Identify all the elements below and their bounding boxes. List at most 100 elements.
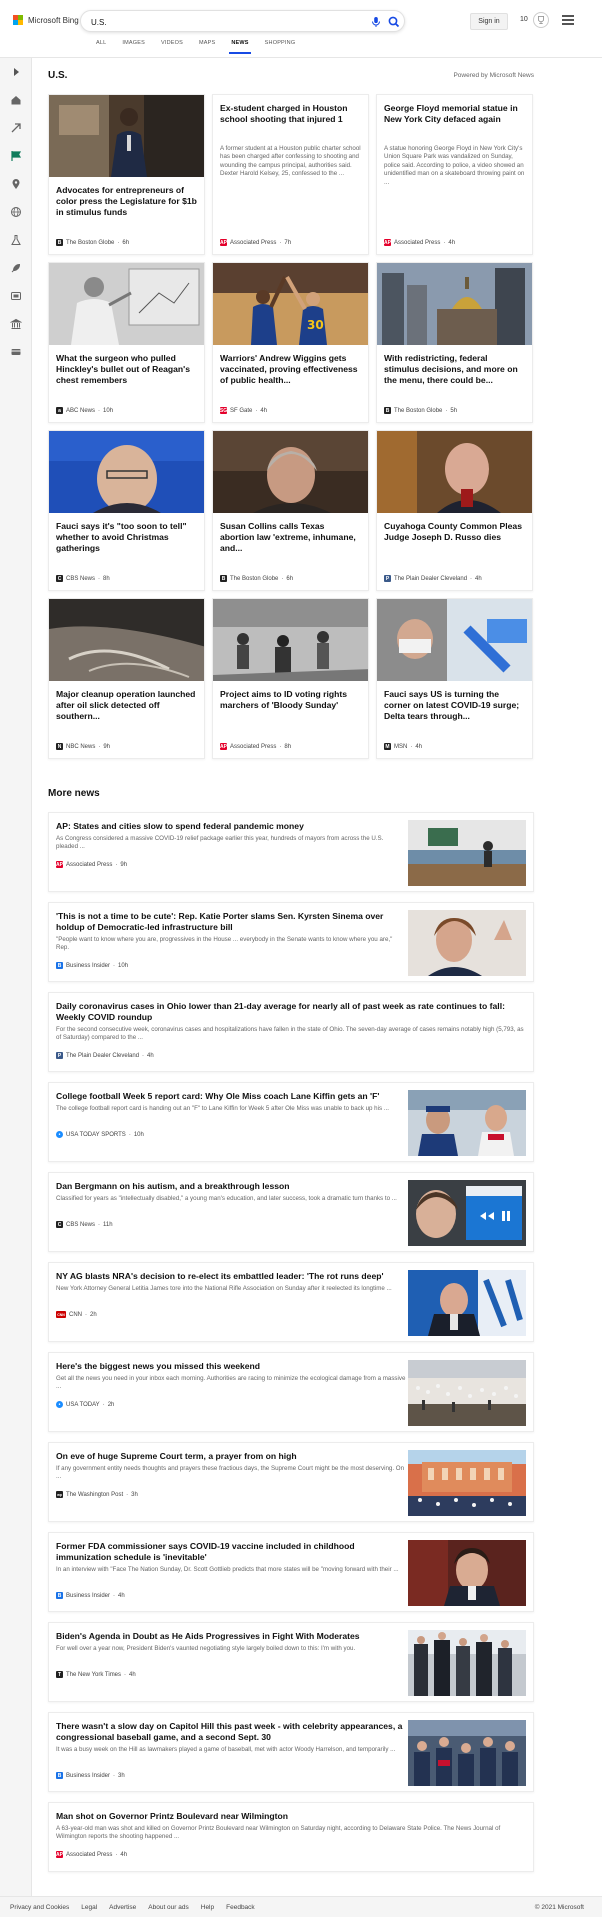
news-card[interactable]: Project aims to ID voting rights marcher…: [212, 598, 369, 759]
list-item[interactable]: 'This is not a time to be cute': Rep. Ka…: [48, 902, 534, 982]
list-item-title[interactable]: On eve of huge Supreme Court term, a pra…: [56, 1451, 406, 1462]
list-item[interactable]: NY AG blasts NRA's decision to re-elect …: [48, 1262, 534, 1342]
search-icon[interactable]: [387, 15, 401, 29]
footer-link-privacy[interactable]: Privacy and Cookies: [10, 1904, 69, 1911]
card-image[interactable]: [49, 95, 204, 177]
card-title[interactable]: George Floyd memorial statue in New York…: [384, 103, 525, 125]
list-item-thumbnail[interactable]: [408, 1270, 526, 1336]
tab-images[interactable]: IMAGES: [114, 40, 153, 51]
list-item[interactable]: There wasn't a slow day on Capitol Hill …: [48, 1712, 534, 1792]
list-item-title[interactable]: Former FDA commissioner says COVID-19 va…: [56, 1541, 406, 1563]
home-icon[interactable]: [10, 94, 22, 106]
list-item-thumbnail[interactable]: [408, 1090, 526, 1156]
search-input[interactable]: [91, 15, 361, 29]
news-card[interactable]: With redistricting, federal stimulus dec…: [376, 262, 533, 423]
news-card[interactable]: What the surgeon who pulled Hinckley's b…: [48, 262, 205, 423]
list-item-title[interactable]: Here's the biggest news you missed this …: [56, 1361, 406, 1372]
list-item[interactable]: Here's the biggest news you missed this …: [48, 1352, 534, 1432]
list-item-thumbnail[interactable]: [408, 820, 526, 886]
list-item-title[interactable]: NY AG blasts NRA's decision to re-elect …: [56, 1271, 406, 1282]
card-title[interactable]: Project aims to ID voting rights marcher…: [220, 689, 361, 711]
list-item[interactable]: Daily coronavirus cases in Ohio lower th…: [48, 992, 534, 1072]
expand-rail-icon[interactable]: [10, 66, 22, 78]
card-image[interactable]: [49, 263, 204, 345]
list-item[interactable]: Man shot on Governor Printz Boulevard ne…: [48, 1802, 534, 1872]
card-title[interactable]: Major cleanup operation launched after o…: [56, 689, 197, 722]
card-title[interactable]: What the surgeon who pulled Hinckley's b…: [56, 353, 197, 386]
list-item[interactable]: Biden's Agenda in Doubt as He Aids Progr…: [48, 1622, 534, 1702]
news-card[interactable]: George Floyd memorial statue in New York…: [376, 94, 533, 255]
politics-building-icon[interactable]: [10, 318, 22, 330]
news-card[interactable]: Advocates for entrepreneurs of color pre…: [48, 94, 205, 255]
footer-link-feedback[interactable]: Feedback: [226, 1904, 255, 1911]
list-item[interactable]: College football Week 5 report card: Why…: [48, 1082, 534, 1162]
card-image[interactable]: [213, 431, 368, 513]
card-title[interactable]: Advocates for entrepreneurs of color pre…: [56, 185, 197, 218]
footer-link-advertise[interactable]: Advertise: [109, 1904, 136, 1911]
list-item-thumbnail[interactable]: [408, 1720, 526, 1786]
list-item-title[interactable]: Biden's Agenda in Doubt as He Aids Progr…: [56, 1631, 406, 1642]
footer-link-help[interactable]: Help: [201, 1904, 214, 1911]
news-card[interactable]: 30 Warriors' Andrew Wiggins gets vaccina…: [212, 262, 369, 423]
world-globe-icon[interactable]: [10, 206, 22, 218]
card-title[interactable]: Cuyahoga County Common Pleas Judge Josep…: [384, 521, 525, 543]
card-title[interactable]: Fauci says it's "too soon to tell" wheth…: [56, 521, 197, 554]
list-item[interactable]: Dan Bergmann on his autism, and a breakt…: [48, 1172, 534, 1252]
tab-maps[interactable]: MAPS: [191, 40, 223, 51]
list-item[interactable]: Former FDA commissioner says COVID-19 va…: [48, 1532, 534, 1612]
sign-in-button[interactable]: Sign in: [470, 13, 508, 30]
tab-shopping[interactable]: SHOPPING: [257, 40, 304, 51]
list-item-thumbnail[interactable]: [408, 1180, 526, 1246]
card-title[interactable]: Susan Collins calls Texas abortion law '…: [220, 521, 361, 554]
technology-rocket-icon[interactable]: [10, 262, 22, 274]
list-item-title[interactable]: There wasn't a slow day on Capitol Hill …: [56, 1721, 406, 1743]
entertainment-tv-icon[interactable]: [10, 290, 22, 302]
list-item-thumbnail[interactable]: [408, 1360, 526, 1426]
list-item[interactable]: On eve of huge Supreme Court term, a pra…: [48, 1442, 534, 1522]
us-flag-icon[interactable]: [10, 150, 22, 162]
news-card[interactable]: Fauci says it's "too soon to tell" wheth…: [48, 430, 205, 591]
science-flask-icon[interactable]: [10, 234, 22, 246]
list-item-thumbnail[interactable]: [408, 1540, 526, 1606]
search-box[interactable]: [80, 10, 405, 32]
card-title[interactable]: Warriors' Andrew Wiggins gets vaccinated…: [220, 353, 361, 386]
provider-name: The Boston Globe: [66, 239, 115, 246]
tab-videos[interactable]: VIDEOS: [153, 40, 191, 51]
bing-logo[interactable]: Microsoft Bing: [13, 15, 79, 25]
card-image[interactable]: [49, 431, 204, 513]
tab-news[interactable]: NEWS: [223, 40, 256, 54]
card-title[interactable]: Fauci says US is turning the corner on l…: [384, 689, 525, 722]
news-card[interactable]: Major cleanup operation launched after o…: [48, 598, 205, 759]
list-item-title[interactable]: College football Week 5 report card: Why…: [56, 1091, 406, 1102]
list-item-thumbnail[interactable]: [408, 910, 526, 976]
hamburger-menu-icon[interactable]: [562, 15, 574, 25]
list-item-title[interactable]: AP: States and cities slow to spend fede…: [56, 821, 406, 832]
footer-link-legal[interactable]: Legal: [81, 1904, 97, 1911]
list-item[interactable]: AP: States and cities slow to spend fede…: [48, 812, 534, 892]
news-card[interactable]: Susan Collins calls Texas abortion law '…: [212, 430, 369, 591]
location-pin-icon[interactable]: [10, 178, 22, 190]
card-title[interactable]: Ex-student charged in Houston school sho…: [220, 103, 361, 125]
footer-link-about-ads[interactable]: About our ads: [148, 1904, 188, 1911]
list-item-thumbnail[interactable]: [408, 1450, 526, 1516]
rewards-trophy-icon[interactable]: [533, 12, 549, 28]
list-item-title[interactable]: Dan Bergmann on his autism, and a breakt…: [56, 1181, 406, 1192]
list-item-title[interactable]: Daily coronavirus cases in Ohio lower th…: [56, 1001, 526, 1023]
tab-all[interactable]: ALL: [88, 40, 114, 51]
card-image[interactable]: [213, 599, 368, 681]
card-title[interactable]: With redistricting, federal stimulus dec…: [384, 353, 525, 386]
list-item-thumbnail[interactable]: [408, 1630, 526, 1696]
news-card[interactable]: Ex-student charged in Houston school sho…: [212, 94, 369, 255]
list-item-title[interactable]: 'This is not a time to be cute': Rep. Ka…: [56, 911, 406, 933]
news-card[interactable]: Cuyahoga County Common Pleas Judge Josep…: [376, 430, 533, 591]
microphone-icon[interactable]: [369, 15, 383, 29]
news-card[interactable]: Fauci says US is turning the corner on l…: [376, 598, 533, 759]
money-card-icon[interactable]: [10, 346, 22, 358]
list-item-title[interactable]: Man shot on Governor Printz Boulevard ne…: [56, 1811, 526, 1822]
card-image[interactable]: [377, 599, 532, 681]
trending-icon[interactable]: [10, 122, 22, 134]
card-image[interactable]: [377, 263, 532, 345]
card-image[interactable]: 30: [213, 263, 368, 345]
card-image[interactable]: [377, 431, 532, 513]
card-image[interactable]: [49, 599, 204, 681]
